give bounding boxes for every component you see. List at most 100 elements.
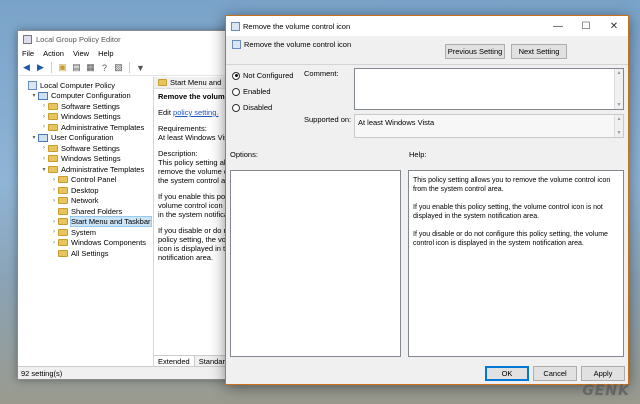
scroll-up-icon[interactable]: ▲ xyxy=(615,70,623,76)
minimize-icon[interactable]: — xyxy=(544,16,572,36)
collapsed-chevron-icon[interactable]: › xyxy=(50,240,58,246)
folder-icon xyxy=(158,79,167,86)
next-setting-button[interactable]: Next Setting xyxy=(511,44,567,59)
folder-icon xyxy=(48,123,58,131)
help-icon[interactable]: ? xyxy=(99,62,110,73)
status-bar: 92 setting(s) xyxy=(18,366,246,379)
tree-item[interactable]: All Settings xyxy=(18,248,153,259)
comment-scrollbar[interactable]: ▲ ▼ xyxy=(614,69,623,109)
dialog-title-bar: Remove the volume control icon — ☐ ✕ xyxy=(226,16,628,36)
collapsed-chevron-icon[interactable]: › xyxy=(40,156,48,162)
folder-icon xyxy=(58,228,68,236)
radio-label: Disabled xyxy=(243,103,273,112)
supported-on-field: At least Windows Vista ▲ ▼ xyxy=(354,114,624,138)
collapsed-chevron-icon[interactable]: › xyxy=(40,114,48,120)
forward-arrow-icon[interactable]: ▶ xyxy=(35,62,46,73)
description-line: If you enable this polic xyxy=(158,192,233,201)
tree-item[interactable]: ▾ User Configuration xyxy=(18,133,153,144)
expanded-chevron-icon[interactable]: ▾ xyxy=(40,166,48,173)
tree-item[interactable]: Shared Folders xyxy=(18,206,153,217)
collapsed-chevron-icon[interactable]: › xyxy=(40,103,48,109)
back-arrow-icon[interactable]: ◀ xyxy=(21,62,32,73)
description-line: icon is displayed in the xyxy=(158,244,234,253)
radio-selected-icon xyxy=(232,71,240,80)
tree-item[interactable]: › Desktop xyxy=(18,185,153,196)
tree-item[interactable]: › Windows Components xyxy=(18,238,153,249)
show-hide-tree-icon[interactable]: ▤ xyxy=(71,62,82,73)
collapsed-chevron-icon[interactable]: › xyxy=(40,124,48,130)
radio-unselected-icon xyxy=(232,103,240,112)
radio-enabled[interactable]: Enabled xyxy=(232,87,271,96)
export-list-icon[interactable]: ▦ xyxy=(85,62,96,73)
menu-action[interactable]: Action xyxy=(43,49,64,58)
cancel-button[interactable]: Cancel xyxy=(533,366,577,381)
folder-icon xyxy=(58,207,68,215)
description-label: Description: xyxy=(158,149,198,158)
scroll-down-icon[interactable]: ▼ xyxy=(615,102,623,108)
tree-item-label: Windows Settings xyxy=(61,154,121,164)
up-folder-icon[interactable]: ▣ xyxy=(57,62,68,73)
description-line: volume control icon is xyxy=(158,201,231,210)
tree-item[interactable]: › Windows Settings xyxy=(18,112,153,123)
description-line: policy setting, the volu xyxy=(158,235,232,244)
description-line: remove the volume co xyxy=(158,167,232,176)
close-icon[interactable]: ✕ xyxy=(600,16,628,36)
scroll-up-icon[interactable]: ▲ xyxy=(615,116,623,122)
tree-item-label: Shared Folders xyxy=(71,206,123,216)
properties-icon[interactable]: ▧ xyxy=(113,62,124,73)
collapsed-chevron-icon[interactable]: › xyxy=(50,187,58,193)
tree-item[interactable]: › Administrative Templates xyxy=(18,122,153,133)
collapsed-chevron-icon[interactable]: › xyxy=(50,177,58,183)
expanded-chevron-icon[interactable]: ▾ xyxy=(30,134,38,141)
collapsed-chevron-icon[interactable]: › xyxy=(50,229,58,235)
menu-help[interactable]: Help xyxy=(98,49,113,58)
tree-item[interactable]: › Start Menu and Taskbar xyxy=(18,216,153,228)
folder-icon xyxy=(48,102,58,110)
menu-file[interactable]: File xyxy=(22,49,34,58)
radio-disabled[interactable]: Disabled xyxy=(232,103,272,112)
tree-item[interactable]: › Software Settings xyxy=(18,101,153,112)
comment-textarea[interactable]: ▲ ▼ xyxy=(354,68,624,110)
tree-item-label: Windows Components xyxy=(71,238,147,248)
collapsed-chevron-icon[interactable]: › xyxy=(50,198,58,204)
tree-item-label: Desktop xyxy=(71,185,99,195)
tab-extended[interactable]: Extended xyxy=(154,356,195,366)
edit-policy-link[interactable]: policy setting. xyxy=(173,108,218,117)
tree-item[interactable]: ▾ Administrative Templates xyxy=(18,164,153,175)
previous-setting-button[interactable]: Previous Setting xyxy=(445,44,505,59)
tree-item[interactable]: › Software Settings xyxy=(18,143,153,154)
tree-item[interactable]: › System xyxy=(18,227,153,238)
filter-icon[interactable]: ▼ xyxy=(135,62,146,73)
editor-title-bar: Local Group Policy Editor xyxy=(18,31,246,47)
collapsed-chevron-icon[interactable]: › xyxy=(50,219,58,225)
apply-button[interactable]: Apply xyxy=(581,366,625,381)
ok-button[interactable]: OK xyxy=(485,366,529,381)
radio-not-configured[interactable]: Not Configured xyxy=(232,71,293,80)
menu-view[interactable]: View xyxy=(73,49,89,58)
scroll-down-icon[interactable]: ▼ xyxy=(615,130,623,136)
folder-icon xyxy=(58,186,68,194)
tree-item[interactable]: › Network xyxy=(18,196,153,207)
maximize-icon[interactable]: ☐ xyxy=(572,16,600,36)
tree-item[interactable]: › Control Panel xyxy=(18,175,153,186)
folder-icon xyxy=(48,155,58,163)
dialog-heading-label: Remove the volume control icon xyxy=(244,40,352,49)
editor-title: Local Group Policy Editor xyxy=(36,34,121,44)
folder-icon xyxy=(58,218,68,226)
tree-item[interactable]: › Windows Settings xyxy=(18,154,153,165)
folder-icon xyxy=(48,113,58,121)
help-paragraph: If you disable or do not configure this … xyxy=(413,231,608,247)
tree-item-label: Administrative Templates xyxy=(61,122,145,132)
tree-item-label: System xyxy=(71,227,97,237)
tree-item-label: Software Settings xyxy=(61,101,120,111)
tree-item[interactable]: Local Computer Policy xyxy=(18,80,153,91)
options-panel xyxy=(230,170,401,357)
tree-item-label: Start Menu and Taskbar xyxy=(70,216,152,228)
collapsed-chevron-icon[interactable]: › xyxy=(40,145,48,151)
tree-item-label: Computer Configuration xyxy=(51,91,131,101)
tree-item[interactable]: ▾ Computer Configuration xyxy=(18,91,153,102)
supported-scrollbar[interactable]: ▲ ▼ xyxy=(614,115,623,137)
options-label: Options: xyxy=(230,150,258,159)
policy-tree: Local Computer Policy ▾ Computer Configura… xyxy=(18,77,154,366)
expanded-chevron-icon[interactable]: ▾ xyxy=(30,92,38,99)
